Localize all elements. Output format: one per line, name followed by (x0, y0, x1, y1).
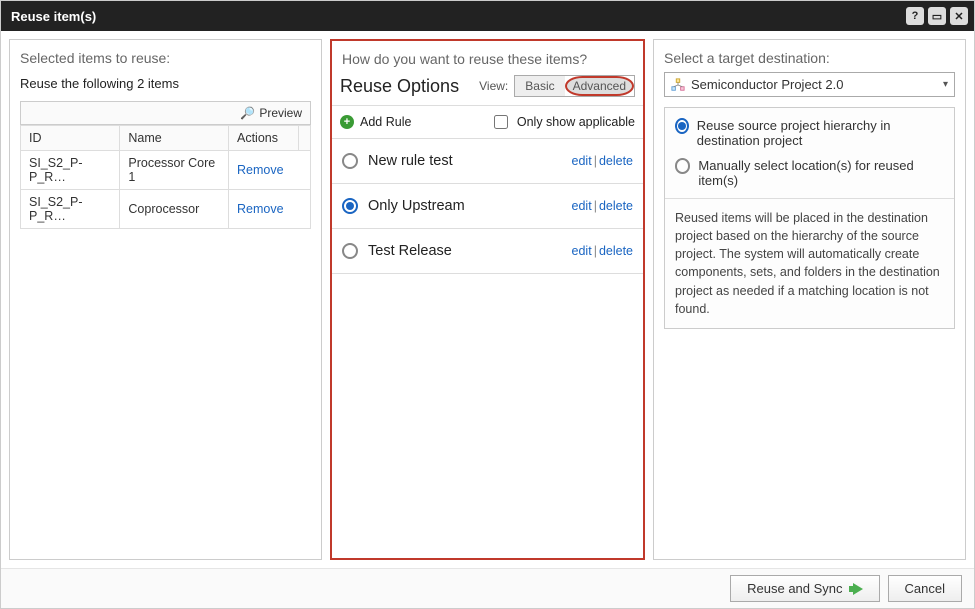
view-advanced-button[interactable]: Advanced (565, 76, 634, 96)
rule-edit-link[interactable]: edit (572, 154, 592, 168)
rule-name: Only Upstream (368, 198, 465, 214)
destination-project-select[interactable]: Semiconductor Project 2.0 ▾ (664, 72, 955, 97)
dialog-footer: Reuse and Sync Cancel (1, 568, 974, 608)
selected-items-panel: Selected items to reuse: Reuse the follo… (9, 39, 322, 560)
reuse-items-dialog: Reuse item(s) ? ▭ ✕ Selected items to re… (0, 0, 975, 609)
selected-items-header: Selected items to reuse: (10, 40, 321, 72)
cancel-button[interactable]: Cancel (888, 575, 962, 602)
add-rule-label: Add Rule (360, 115, 411, 129)
col-actions[interactable]: Actions (229, 126, 299, 151)
rule-delete-link[interactable]: delete (599, 199, 633, 213)
close-icon[interactable]: ✕ (950, 7, 968, 25)
only-applicable-label: Only show applicable (517, 115, 635, 129)
only-applicable-checkbox[interactable]: Only show applicable (490, 112, 635, 132)
plus-icon: + (340, 115, 354, 129)
preview-label: Preview (259, 106, 302, 120)
destination-help-text: Reused items will be placed in the desti… (665, 198, 954, 328)
rule-delete-link[interactable]: delete (599, 244, 633, 258)
destination-panel: Select a target destination: Semiconduct… (653, 39, 966, 560)
rule-name: Test Release (368, 243, 452, 259)
dialog-body: Selected items to reuse: Reuse the follo… (1, 31, 974, 568)
view-toggle: View: Basic Advanced (479, 75, 635, 97)
destination-header: Select a target destination: (654, 40, 965, 72)
reuse-options-title: Reuse Options (340, 76, 459, 97)
view-basic-button[interactable]: Basic (515, 76, 564, 96)
destination-project-name: Semiconductor Project 2.0 (691, 77, 843, 92)
rule-radio[interactable] (342, 153, 358, 169)
dialog-title: Reuse item(s) (11, 9, 96, 24)
add-rule-button[interactable]: + Add Rule (340, 115, 411, 129)
rule-delete-link[interactable]: delete (599, 154, 633, 168)
destination-options: Reuse source project hierarchy in destin… (664, 107, 955, 329)
rule-edit-link[interactable]: edit (572, 199, 592, 213)
dest-hierarchy-label: Reuse source project hierarchy in destin… (697, 118, 944, 148)
reuse-and-sync-label: Reuse and Sync (747, 581, 842, 596)
rule-name: New rule test (368, 153, 453, 169)
remove-link[interactable]: Remove (237, 202, 284, 216)
cell-id: SI_S2_P-P_R… (21, 190, 120, 229)
cell-name: Processor Core 1 (120, 151, 229, 190)
col-id[interactable]: ID (21, 126, 120, 151)
only-applicable-input[interactable] (494, 115, 508, 129)
remove-link[interactable]: Remove (237, 163, 284, 177)
chevron-down-icon: ▾ (943, 79, 948, 90)
col-name[interactable]: Name (120, 126, 229, 151)
reuse-and-sync-button[interactable]: Reuse and Sync (730, 575, 879, 602)
arrow-right-icon (849, 583, 863, 595)
selected-items-count: Reuse the following 2 items (20, 76, 311, 91)
rule-radio[interactable] (342, 243, 358, 259)
project-icon (671, 78, 685, 92)
cell-id: SI_S2_P-P_R… (21, 151, 120, 190)
rule-row: Test Release edit|delete (332, 229, 643, 274)
rule-radio[interactable] (342, 198, 358, 214)
maximize-icon[interactable]: ▭ (928, 7, 946, 25)
dest-manual-label: Manually select location(s) for reused i… (698, 158, 944, 188)
items-table: ID Name Actions SI_S2_P-P_R… Processor C… (20, 125, 311, 229)
reuse-options-header: How do you want to reuse these items? (332, 41, 643, 73)
table-row: SI_S2_P-P_R… Processor Core 1 Remove (21, 151, 311, 190)
preview-button[interactable]: 🔍 Preview (20, 101, 311, 125)
rule-edit-link[interactable]: edit (572, 244, 592, 258)
col-extra (299, 126, 311, 151)
rule-row: Only Upstream edit|delete (332, 184, 643, 229)
cell-name: Coprocessor (120, 190, 229, 229)
cancel-label: Cancel (905, 581, 945, 596)
dest-manual-radio[interactable] (675, 158, 690, 174)
dest-hierarchy-radio[interactable] (675, 118, 689, 134)
rule-row: New rule test edit|delete (332, 139, 643, 184)
titlebar-controls: ? ▭ ✕ (906, 7, 968, 25)
view-label: View: (479, 79, 508, 93)
view-segmented: Basic Advanced (514, 75, 635, 97)
reuse-options-panel: How do you want to reuse these items? Re… (330, 39, 645, 560)
table-row: SI_S2_P-P_R… Coprocessor Remove (21, 190, 311, 229)
preview-icon: 🔍 (240, 106, 255, 120)
titlebar: Reuse item(s) ? ▭ ✕ (1, 1, 974, 31)
help-icon[interactable]: ? (906, 7, 924, 25)
